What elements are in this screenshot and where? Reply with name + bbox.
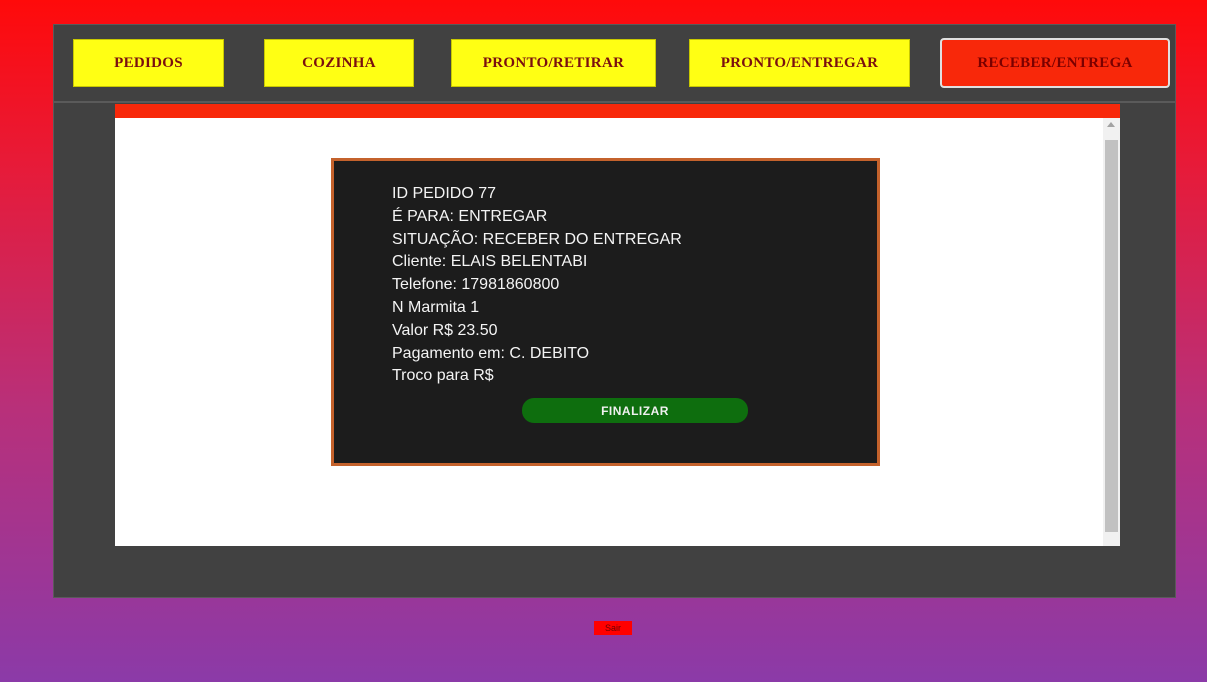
scroll-up-arrow-icon[interactable] (1107, 122, 1115, 127)
scroll-thumb[interactable] (1105, 140, 1118, 532)
order-id: ID PEDIDO 77 (392, 185, 497, 202)
tab-pronto-retirar[interactable]: PRONTO/RETIRAR (451, 39, 656, 87)
panel-scrollbar[interactable] (1103, 118, 1120, 546)
tab-receber-entrega[interactable]: RECEBER/ENTREGA (940, 38, 1170, 88)
order-payment: Pagamento em: C. DEBITO (392, 344, 590, 362)
top-nav: PEDIDOS COZINHA PRONTO/RETIRAR PRONTO/EN… (54, 25, 1175, 103)
tab-pronto-entregar[interactable]: PRONTO/ENTREGAR (689, 39, 910, 87)
order-marmita: N Marmita 1 (392, 298, 480, 316)
order-change: Troco para R$ (392, 367, 494, 385)
finalize-button[interactable]: FINALIZAR (522, 398, 748, 423)
tab-pedidos[interactable]: PEDIDOS (73, 39, 224, 87)
order-value: Valor R$ 23.50 (392, 321, 498, 339)
order-type: É PARA: ENTREGAR (392, 207, 548, 225)
order-client: Cliente: ELAIS BELENTABI (392, 253, 588, 271)
order-details: ID PEDIDO 77 É PARA: ENTREGAR SITUAÇÃO: … (392, 183, 682, 388)
logout-button[interactable]: Sair (594, 621, 632, 635)
order-phone: Telefone: 17981860800 (392, 276, 560, 294)
order-status: SITUAÇÃO: RECEBER DO ENTREGAR (392, 230, 682, 248)
tab-cozinha[interactable]: COZINHA (264, 39, 414, 87)
app-frame: PEDIDOS COZINHA PRONTO/RETIRAR PRONTO/EN… (53, 24, 1176, 598)
order-list-panel: ID PEDIDO 77 É PARA: ENTREGAR SITUAÇÃO: … (115, 104, 1120, 546)
order-card: ID PEDIDO 77 É PARA: ENTREGAR SITUAÇÃO: … (331, 158, 880, 466)
